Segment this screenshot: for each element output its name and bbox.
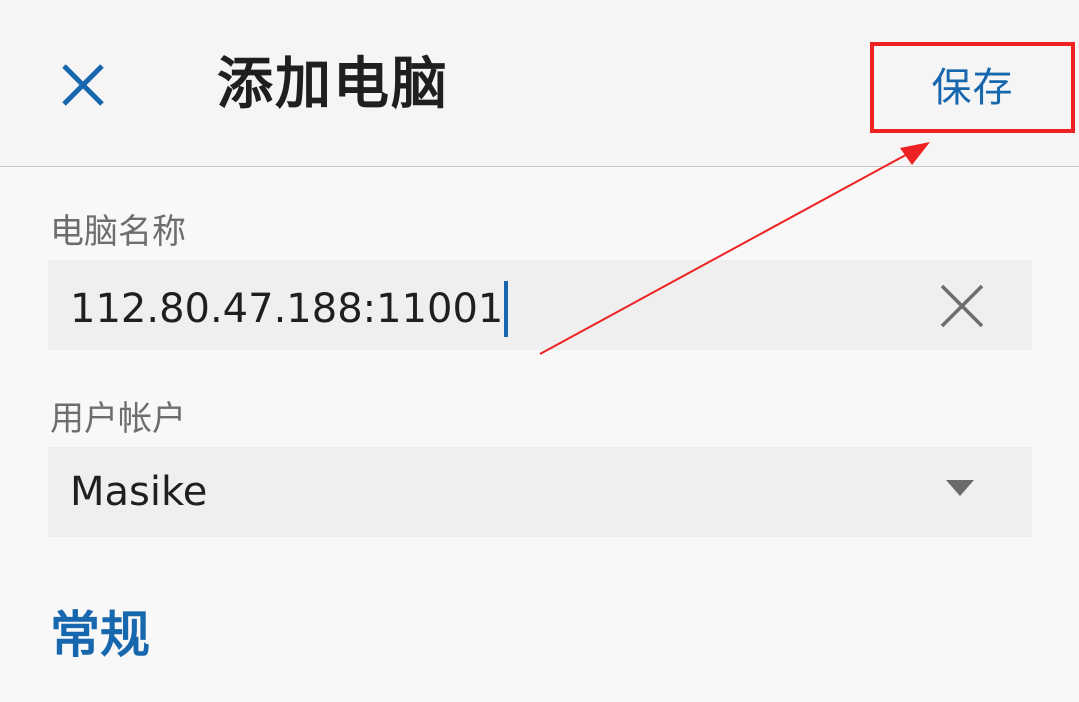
computer-name-value-wrap: 112.80.47.188:11001 xyxy=(70,281,509,337)
user-account-label: 用户帐户 xyxy=(50,399,186,439)
close-icon xyxy=(62,64,104,106)
page-title: 添加电脑 xyxy=(217,52,449,117)
section-title-general: 常规 xyxy=(50,606,150,664)
app-header: 添加电脑 保存 xyxy=(0,0,1079,167)
clear-button[interactable] xyxy=(932,276,992,336)
close-button[interactable] xyxy=(50,52,116,118)
computer-name-input[interactable]: 112.80.47.188:11001 xyxy=(48,260,1032,350)
user-account-value-wrap: Masike xyxy=(70,468,207,516)
computer-name-label: 电脑名称 xyxy=(50,212,186,252)
add-computer-screen: 添加电脑 保存 电脑名称 112.80.47.188:11001 用户帐户 Ma… xyxy=(0,0,1079,702)
text-cursor xyxy=(504,281,509,337)
user-account-value: Masike xyxy=(70,469,208,515)
user-account-select[interactable]: Masike xyxy=(48,447,1032,537)
save-button-label: 保存 xyxy=(931,64,1014,111)
save-button[interactable]: 保存 xyxy=(870,42,1075,133)
computer-name-value: 112.80.47.188:11001 xyxy=(70,286,504,332)
clear-icon xyxy=(940,284,984,328)
chevron-down-icon xyxy=(946,480,974,496)
